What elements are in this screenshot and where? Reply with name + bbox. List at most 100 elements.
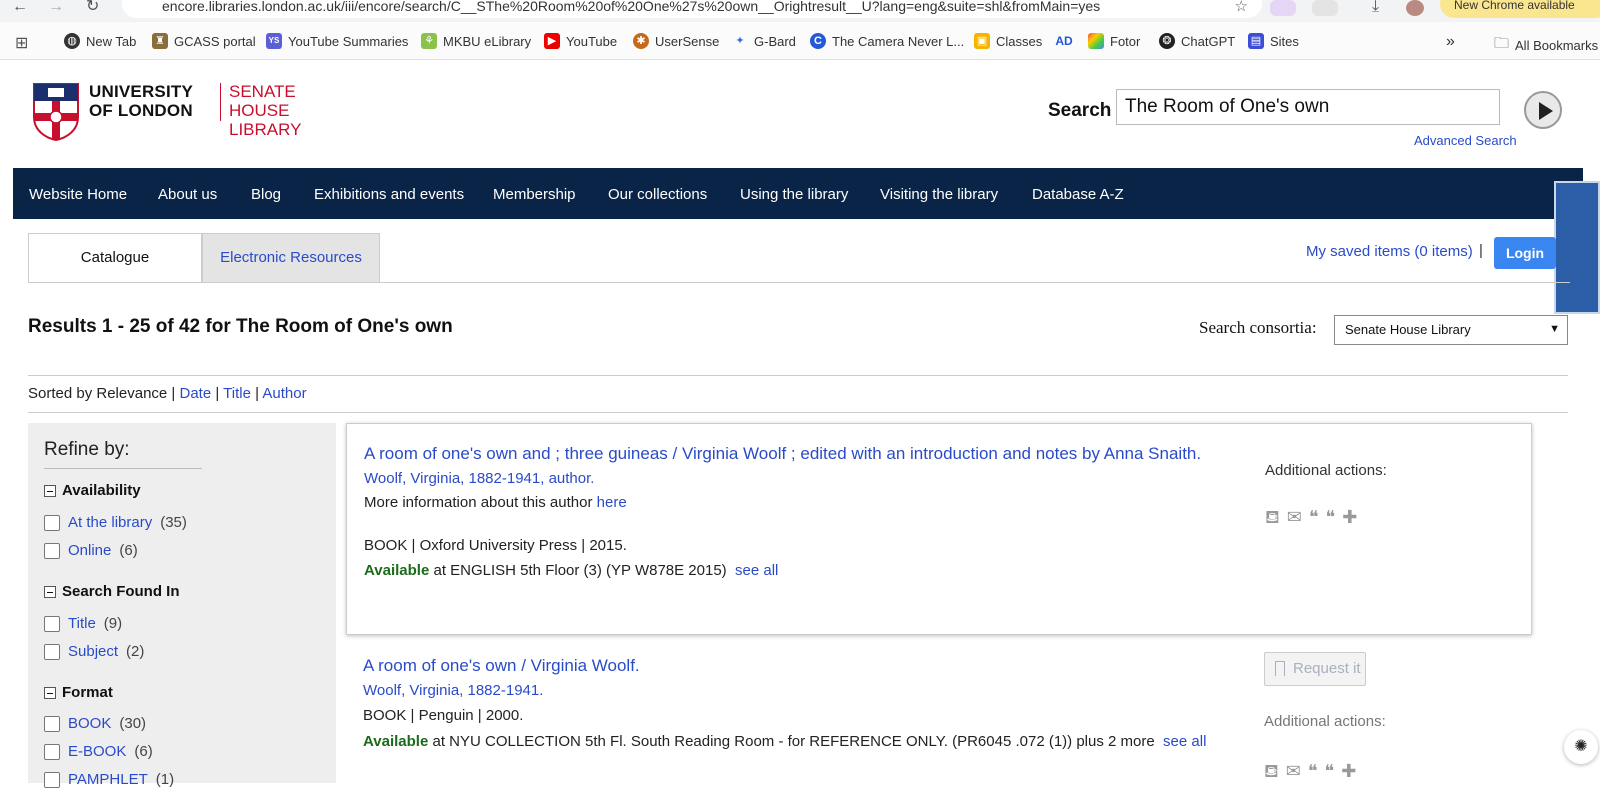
- tab-catalogue[interactable]: Catalogue: [28, 233, 202, 283]
- bookmark-fotor[interactable]: Fotor: [1088, 33, 1140, 49]
- ys-icon: YS: [266, 33, 282, 49]
- advanced-search-link[interactable]: Advanced Search: [1414, 133, 1517, 148]
- facet-item-ebook[interactable]: E-BOOK (6): [44, 743, 153, 760]
- facet-item-pamphlet[interactable]: PAMPHLET (1): [44, 771, 174, 788]
- logo-senate-house-text: SENATE HOUSE LIBRARY: [229, 82, 302, 139]
- back-icon[interactable]: ←: [12, 0, 28, 15]
- checkbox[interactable]: [44, 542, 60, 559]
- request-it-button[interactable]: Request it: [1264, 652, 1366, 686]
- checkbox[interactable]: [44, 643, 60, 660]
- bookmark-mkbu[interactable]: ⚘ MKBU eLibrary: [421, 33, 531, 49]
- checkbox[interactable]: [44, 514, 60, 531]
- facet-item-book[interactable]: BOOK (30): [44, 715, 146, 732]
- see-all-link[interactable]: see all: [735, 562, 778, 579]
- apps-grid-icon[interactable]: ⊞: [15, 33, 28, 53]
- chrome-update-button[interactable]: New Chrome available: [1440, 0, 1600, 18]
- sites-icon: ▤: [1248, 33, 1264, 49]
- plus-icon[interactable]: ✚: [1341, 761, 1356, 785]
- nav-about-us[interactable]: About us: [158, 186, 217, 203]
- nav-exhibitions[interactable]: Exhibitions and events: [314, 186, 464, 203]
- gcass-icon: ♜: [152, 33, 168, 49]
- sort-title-link[interactable]: Title: [223, 385, 251, 402]
- record-author-link[interactable]: Woolf, Virginia, 1882-1941, author.: [364, 470, 594, 487]
- sort-author-link[interactable]: Author: [262, 385, 306, 402]
- bookmark-youtube[interactable]: ▶ YouTube: [544, 33, 617, 49]
- bookmark-camera[interactable]: C The Camera Never L...: [810, 33, 964, 49]
- login-button[interactable]: Login: [1494, 237, 1556, 269]
- bookmark-classes[interactable]: ▣ Classes: [974, 33, 1042, 49]
- checkbox[interactable]: [44, 715, 60, 732]
- tab-electronic-resources[interactable]: Electronic Resources: [202, 233, 380, 283]
- download-icon[interactable]: ⤓: [1372, 0, 1379, 15]
- nav-blog[interactable]: Blog: [251, 186, 281, 203]
- brain-extension-icon[interactable]: [1270, 0, 1296, 16]
- nav-website-home[interactable]: Website Home: [29, 186, 127, 203]
- chevron-down-icon: ▼: [1549, 323, 1560, 335]
- globe-icon: ◍: [64, 33, 80, 49]
- cite-alt-icon[interactable]: ❝: [1326, 507, 1336, 531]
- refine-divider: [44, 468, 202, 469]
- forward-icon[interactable]: →: [48, 0, 64, 15]
- avatar[interactable]: [1406, 0, 1424, 16]
- brain-assistant-icon[interactable]: ✺: [1564, 730, 1598, 764]
- record-author-link[interactable]: Woolf, Virginia, 1882-1941.: [363, 682, 543, 699]
- reload-icon[interactable]: ↻: [86, 0, 99, 15]
- record-availability: Available at NYU COLLECTION 5th Fl. Sout…: [363, 733, 1207, 750]
- cite-alt-icon[interactable]: ❝: [1325, 761, 1335, 785]
- consortia-select[interactable]: Senate House Library ▼: [1334, 315, 1568, 345]
- bookmark-usersense[interactable]: ✱ UserSense: [633, 33, 719, 49]
- basket-icon[interactable]: ⛾: [1264, 761, 1279, 785]
- bookmark-gbard[interactable]: ✦ G-Bard: [732, 33, 796, 49]
- fotor-icon: [1088, 33, 1104, 49]
- search-go-button[interactable]: [1524, 91, 1562, 129]
- nav-membership[interactable]: Membership: [493, 186, 576, 203]
- bookmark-chatgpt[interactable]: ❂ ChatGPT: [1159, 33, 1235, 49]
- nav-database-az[interactable]: Database A-Z: [1032, 186, 1124, 203]
- bookmark-youtube-summaries[interactable]: YS YouTube Summaries: [266, 33, 408, 49]
- main-navigation: Website Home About us Blog Exhibitions a…: [13, 168, 1583, 219]
- saved-items-link[interactable]: My saved items (0 items): [1306, 243, 1473, 260]
- nav-using-library[interactable]: Using the library: [740, 186, 848, 203]
- sort-date-link[interactable]: Date: [180, 385, 212, 402]
- email-icon[interactable]: ✉: [1286, 761, 1301, 785]
- logo-divider: [220, 83, 221, 121]
- record-title-link[interactable]: A room of one's own / Virginia Woolf.: [363, 656, 640, 676]
- see-all-link[interactable]: see all: [1163, 733, 1206, 750]
- bookmark-sites[interactable]: ▤ Sites: [1248, 33, 1299, 49]
- plus-icon[interactable]: ✚: [1342, 507, 1357, 531]
- facet-item-title[interactable]: Title (9): [44, 615, 122, 632]
- facet-search-found-in[interactable]: Search Found In: [44, 583, 180, 600]
- bookmark-new-tab[interactable]: ◍ New Tab: [64, 33, 136, 49]
- university-logo[interactable]: UNIVERSITY OF LONDON SENATE HOUSE LIBRAR…: [33, 81, 353, 145]
- refine-sidebar: Refine by: Availability At the library (3…: [28, 423, 336, 788]
- email-icon[interactable]: ✉: [1287, 507, 1302, 531]
- star-icon[interactable]: ☆: [1235, 0, 1248, 15]
- checkbox[interactable]: [44, 615, 60, 632]
- ad-icon: AD: [1055, 34, 1073, 48]
- catalogue-search-input[interactable]: [1116, 89, 1500, 125]
- nav-collections[interactable]: Our collections: [608, 186, 707, 203]
- checkbox[interactable]: [44, 743, 60, 760]
- record-title-link[interactable]: A room of one's own and ; three guineas …: [364, 444, 1201, 464]
- bookmark-gcass[interactable]: ♜ GCASS portal: [152, 33, 256, 49]
- basket-icon[interactable]: ⛾: [1265, 507, 1280, 531]
- facet-item-subject[interactable]: Subject (2): [44, 643, 144, 660]
- bookmark-ad[interactable]: AD: [1054, 33, 1074, 49]
- address-bar[interactable]: encore.libraries.london.ac.uk/iii/encore…: [122, 0, 1262, 18]
- feedback-side-tab[interactable]: [1554, 181, 1600, 314]
- checkbox[interactable]: [44, 771, 60, 788]
- cite-icon[interactable]: ❝: [1308, 761, 1318, 785]
- result-record-1: A room of one's own and ; three guineas …: [346, 423, 1532, 635]
- record-format: BOOK | Penguin | 2000.: [363, 707, 524, 724]
- facet-item-at-library[interactable]: At the library (35): [44, 514, 187, 531]
- more-bookmarks-icon[interactable]: »: [1446, 33, 1455, 51]
- facet-format[interactable]: Format: [44, 684, 113, 701]
- all-bookmarks[interactable]: 🗀 All Bookmarks: [1494, 33, 1598, 58]
- facet-item-online[interactable]: Online (6): [44, 542, 138, 559]
- extensions-puzzle-icon[interactable]: [1312, 0, 1338, 16]
- collapse-icon: [44, 484, 56, 497]
- facet-availability[interactable]: Availability: [44, 482, 141, 499]
- cite-icon[interactable]: ❝: [1309, 507, 1319, 531]
- author-info-link[interactable]: here: [597, 494, 627, 511]
- nav-visiting-library[interactable]: Visiting the library: [880, 186, 998, 203]
